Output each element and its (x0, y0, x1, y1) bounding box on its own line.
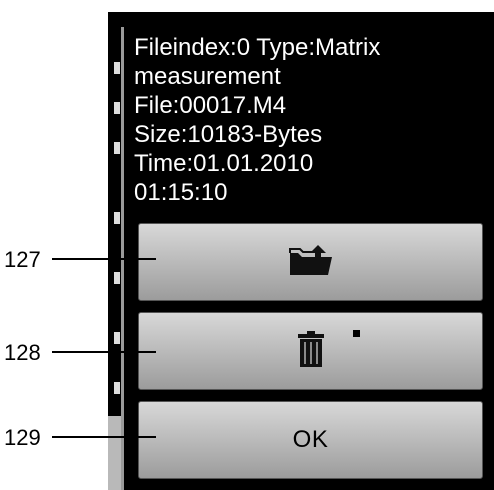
callout-line-delete (52, 351, 156, 353)
trash-icon (297, 330, 325, 372)
file-info-line: Time:01.01.2010 (134, 150, 314, 177)
file-info-line: File:00017.M4 (134, 92, 287, 119)
file-info-line: Size:10183-Bytes (134, 121, 323, 148)
delete-file-button[interactable] (138, 312, 483, 390)
callout-number-delete: 128 (4, 340, 41, 365)
open-file-button[interactable] (138, 223, 483, 301)
callout-number-ok: 129 (4, 425, 41, 450)
file-info-line: measurement (134, 63, 281, 90)
folder-export-icon (288, 243, 334, 282)
file-info-dialog: Fileindex:0 Type:Matrix measurement File… (121, 27, 494, 490)
file-info-line: 01:15:10 (134, 179, 228, 206)
callout-number-open: 127 (4, 247, 41, 272)
file-info-text: Fileindex:0 Type:Matrix measurement File… (134, 33, 484, 207)
selection-indicator (353, 330, 360, 337)
callout-line-open (52, 258, 156, 260)
file-info-line: Fileindex:0 Type:Matrix (134, 34, 381, 61)
callout-line-ok (52, 436, 156, 438)
ok-button[interactable]: OK (138, 401, 483, 479)
ok-button-label: OK (292, 426, 329, 453)
